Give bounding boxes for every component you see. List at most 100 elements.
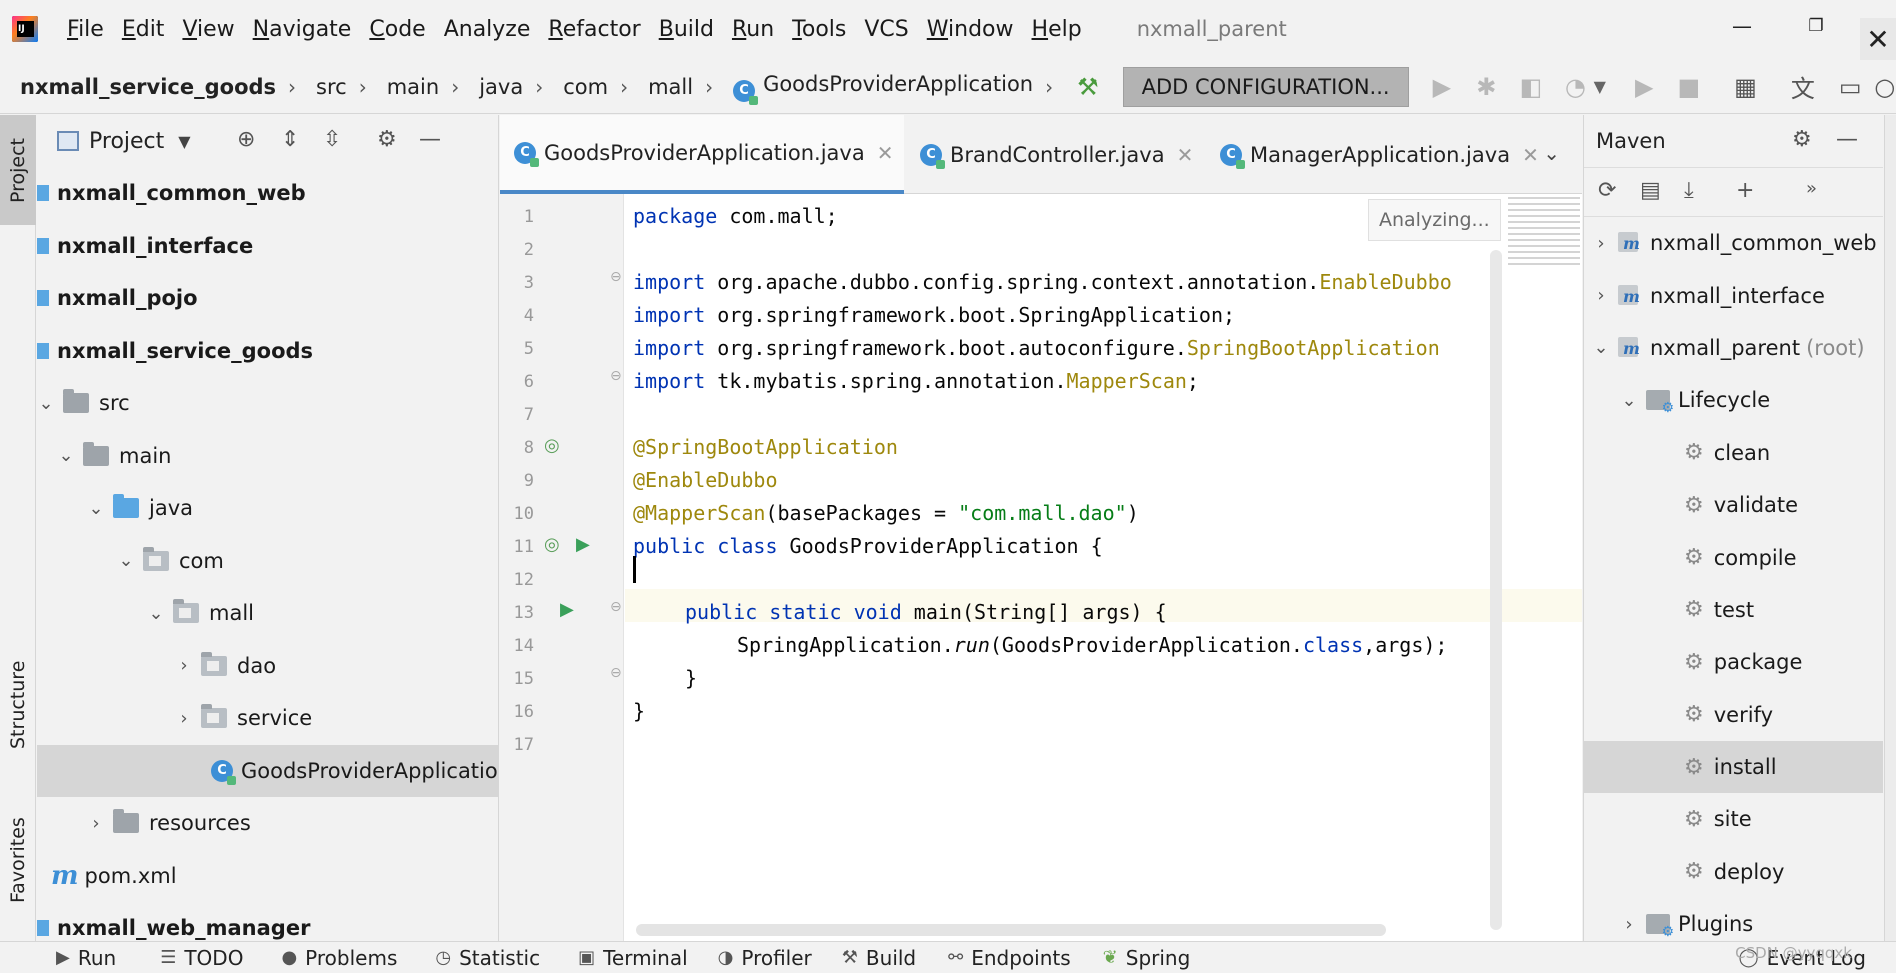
chevron-right-icon[interactable]: › <box>1592 285 1610 306</box>
structure-tool-tab[interactable]: Structure <box>0 635 36 775</box>
breadcrumb-main[interactable]: main <box>367 75 439 99</box>
tree-item-folder[interactable]: ⌄ main <box>37 430 498 483</box>
tab-brand-controller[interactable]: C BrandController.java ✕ <box>906 115 1193 194</box>
chevron-right-icon[interactable]: › <box>1620 914 1638 935</box>
chevron-right-icon[interactable]: › <box>87 813 105 834</box>
chevron-down-icon[interactable]: ⌄ <box>87 498 105 519</box>
menu-help[interactable]: Help <box>1023 17 1091 42</box>
maximize-button[interactable]: ❐ <box>1786 6 1846 46</box>
menu-window[interactable]: Window <box>918 17 1023 42</box>
chevron-right-icon[interactable]: › <box>1592 233 1610 254</box>
gear-icon[interactable]: ⚙ <box>377 127 397 152</box>
maven-plugins-item[interactable]: ›Plugins <box>1584 898 1883 941</box>
endpoints-tool-button[interactable]: ⚯ Endpoints <box>948 946 1071 970</box>
tree-item-package[interactable]: › service <box>37 692 498 745</box>
code-area[interactable]: package com.mall; import org.apache.dubb… <box>625 194 1582 941</box>
hide-panel-icon[interactable]: — <box>419 127 441 152</box>
menu-file[interactable]: File <box>58 17 113 42</box>
code-minimap[interactable] <box>1508 197 1580 267</box>
tree-item-folder[interactable]: ⌄ java <box>37 482 498 535</box>
run-icon[interactable]: ▶ <box>1431 73 1453 101</box>
maven-goal-compile[interactable]: ⚙ compile <box>1584 531 1883 583</box>
tree-item-module[interactable]: nxmall_web_manager <box>37 902 498 941</box>
menu-navigate[interactable]: Navigate <box>244 17 361 42</box>
tree-item-folder[interactable]: › resources <box>37 797 498 850</box>
fold-icon[interactable]: ⊖ <box>610 269 622 285</box>
tree-item-package[interactable]: ⌄ com <box>37 535 498 588</box>
chevron-down-icon[interactable]: ⌄ <box>1592 337 1610 358</box>
tree-item-module[interactable]: nxmall_pojo <box>37 272 498 325</box>
download-icon[interactable]: ⤓ <box>1684 178 1694 203</box>
presentation-icon[interactable]: ▭ <box>1839 73 1862 101</box>
tree-item-module[interactable]: nxmall_service_goods <box>37 325 498 378</box>
add-configuration-button[interactable]: ADD CONFIGURATION... <box>1122 66 1409 107</box>
project-panel-title[interactable]: Project <box>89 129 164 154</box>
chevron-down-icon[interactable]: ⌄ <box>37 393 55 414</box>
tree-item-module[interactable]: nxmall_interface <box>37 220 498 273</box>
project-structure-icon[interactable]: ▦ <box>1734 73 1757 101</box>
run-gutter-icon[interactable]: ▶ <box>560 599 574 620</box>
coverage-icon[interactable]: ◧ <box>1519 73 1542 101</box>
todo-tool-button[interactable]: ☰ TODO <box>160 946 243 970</box>
menu-build[interactable]: Build <box>650 17 723 42</box>
terminal-tool-button[interactable]: ▣ Terminal <box>578 946 688 970</box>
profile-icon[interactable]: ◔ <box>1564 73 1586 101</box>
profiler-tool-button[interactable]: ◑ Profiler <box>718 946 812 970</box>
chevron-down-icon[interactable]: ⌄ <box>57 445 75 466</box>
chevron-right-icon[interactable]: › <box>175 655 193 676</box>
breadcrumb-class[interactable]: C GoodsProviderApplication <box>713 72 1033 105</box>
maven-goal-test[interactable]: ⚙ test <box>1584 584 1883 636</box>
maven-project-item[interactable]: ›nxmall_interface <box>1584 269 1883 321</box>
menu-tools[interactable]: Tools <box>783 17 855 42</box>
maven-goal-site[interactable]: ⚙ site <box>1584 793 1883 845</box>
tree-item-package[interactable]: › dao <box>37 640 498 693</box>
run-gutter-icon[interactable]: ▶ <box>576 534 590 555</box>
collapse-all-icon[interactable]: ⇳ <box>323 127 341 152</box>
fold-icon[interactable]: ⊖ <box>610 665 622 681</box>
maven-lifecycle-item[interactable]: ⌄Lifecycle <box>1584 374 1883 426</box>
expand-all-icon[interactable]: ⇕ <box>281 127 299 152</box>
menu-analyze[interactable]: Analyze <box>435 17 540 42</box>
run-anything-icon[interactable]: ▶ <box>1633 73 1655 101</box>
favorites-tool-tab[interactable]: Favorites <box>0 795 36 925</box>
project-tool-tab[interactable]: Project <box>0 115 36 225</box>
editor-horizontal-scrollbar[interactable] <box>636 924 1386 936</box>
maven-goal-clean[interactable]: ⚙ clean <box>1584 427 1883 479</box>
fold-icon[interactable]: ⊖ <box>610 368 622 384</box>
spring-tool-button[interactable]: ❦ Spring <box>1103 946 1191 970</box>
spring-bean-icon[interactable]: ◎ <box>544 435 560 456</box>
generate-sources-icon[interactable]: ▤ <box>1640 178 1661 203</box>
close-tab-icon[interactable]: ✕ <box>1177 143 1194 167</box>
gear-icon[interactable]: ⚙ <box>1792 127 1812 152</box>
run-tool-button[interactable]: ▶ Run <box>56 946 116 970</box>
spring-bean-icon[interactable]: ◎ <box>544 534 560 555</box>
breadcrumb-module[interactable]: nxmall_service_goods <box>0 75 276 99</box>
tab-manager-application[interactable]: C ManagerApplication.java ✕ <box>1206 115 1539 194</box>
maven-goal-deploy[interactable]: ⚙ deploy <box>1584 846 1883 898</box>
breadcrumb-java[interactable]: java <box>459 75 523 99</box>
breadcrumb-com[interactable]: com <box>543 75 608 99</box>
breadcrumb-mall[interactable]: mall <box>628 75 693 99</box>
tab-goods-provider-application[interactable]: C GoodsProviderApplication.java ✕ <box>500 115 904 194</box>
translate-icon[interactable]: 文 <box>1791 69 1815 104</box>
chevron-down-icon[interactable]: ⌄ <box>147 603 165 624</box>
maven-goal-validate[interactable]: ⚙ validate <box>1584 479 1883 531</box>
tree-item-package[interactable]: ⌄ mall <box>37 587 498 640</box>
menu-refactor[interactable]: Refactor <box>539 17 649 42</box>
debug-icon[interactable]: ✱ <box>1475 73 1497 101</box>
maven-goal-package[interactable]: ⚙ package <box>1584 636 1883 688</box>
menu-view[interactable]: View <box>173 17 243 42</box>
statistic-tool-button[interactable]: ◷ Statistic <box>435 946 540 970</box>
chevron-right-icon[interactable]: › <box>175 708 193 729</box>
breadcrumb-src[interactable]: src <box>296 75 347 99</box>
menu-edit[interactable]: Edit <box>113 17 174 42</box>
reload-icon[interactable]: ⟳ <box>1598 178 1616 203</box>
build-tool-button[interactable]: ⚒ Build <box>842 946 916 970</box>
chevron-down-icon[interactable]: ▼ <box>178 132 190 151</box>
tree-item-module[interactable]: nxmall_common_web <box>37 167 498 220</box>
chevron-down-icon[interactable]: ⌄ <box>1620 390 1638 411</box>
chevron-down-icon[interactable]: ⌄ <box>1543 141 1560 165</box>
close-tab-icon[interactable]: ✕ <box>877 141 894 165</box>
close-window-button[interactable]: ✕ <box>1860 18 1896 62</box>
add-icon[interactable]: + <box>1736 178 1754 203</box>
